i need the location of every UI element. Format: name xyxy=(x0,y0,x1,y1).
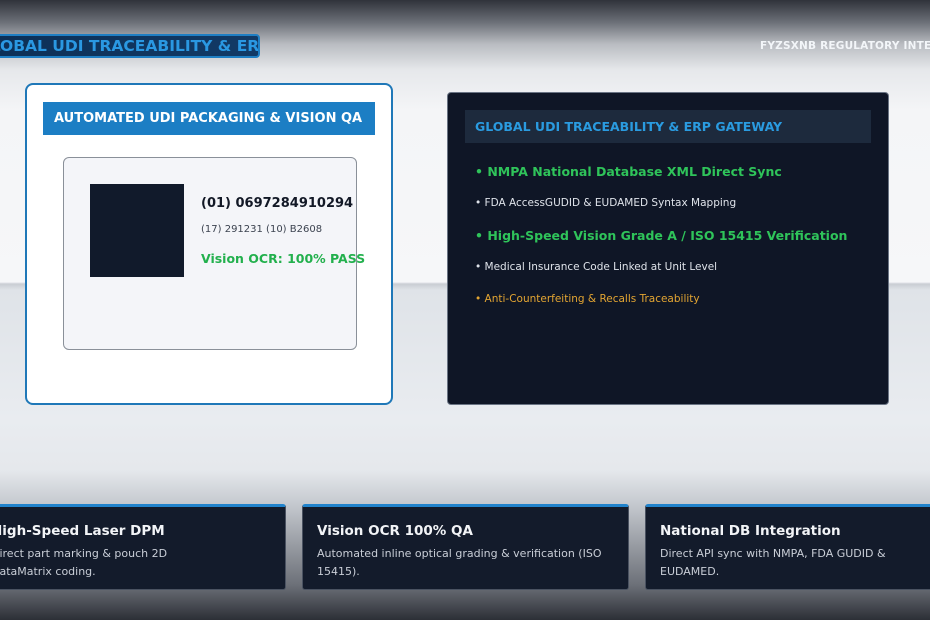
lot-expiry-text: (17) 291231 (10) B2608 xyxy=(201,224,323,235)
feature-card-title: National DB Integration xyxy=(660,523,841,539)
feature-card-description: Direct part marking & pouch 2D DataMatri… xyxy=(0,547,168,578)
page-title-banner: GLOBAL UDI TRACEABILITY & ERP xyxy=(0,34,260,58)
feature-item: • High-Speed Vision Grade A / ISO 15415 … xyxy=(475,228,848,243)
gtin-text: (01) 0697284910294 xyxy=(201,196,354,211)
feature-card-vision-ocr: Vision OCR 100% QA Automated inline opti… xyxy=(302,504,629,590)
brand-label: FYZSXNB REGULATORY INTELLIGENCE xyxy=(760,40,930,52)
feature-card-title: Vision OCR 100% QA xyxy=(317,523,473,539)
packaging-card-title: AUTOMATED UDI PACKAGING & VISION QA xyxy=(43,102,375,135)
ocr-status-text: Vision OCR: 100% PASS xyxy=(201,251,366,266)
feature-item: • NMPA National Database XML Direct Sync xyxy=(475,164,782,179)
feature-item: • Medical Insurance Code Linked at Unit … xyxy=(475,261,718,273)
gateway-card-title: GLOBAL UDI TRACEABILITY & ERP GATEWAY xyxy=(465,110,871,143)
feature-card-description: Direct API sync with NMPA, FDA GUDID & E… xyxy=(660,547,886,578)
page-title: GLOBAL UDI TRACEABILITY & ERP xyxy=(0,37,260,55)
feature-item: • Anti-Counterfeiting & Recalls Traceabi… xyxy=(475,293,700,305)
udi-packaging-card: AUTOMATED UDI PACKAGING & VISION QA (01)… xyxy=(25,83,393,405)
udi-label-preview: (01) 0697284910294 (17) 291231 (10) B260… xyxy=(63,157,365,350)
feature-card-laser-dpm: High-Speed Laser DPM Direct part marking… xyxy=(0,504,286,590)
feature-item: • FDA AccessGUDID & EUDAMED Syntax Mappi… xyxy=(475,197,737,209)
datamatrix-code-icon xyxy=(90,184,184,277)
erp-gateway-card: GLOBAL UDI TRACEABILITY & ERP GATEWAY • … xyxy=(447,92,889,405)
feature-card-db-integration: National DB Integration Direct API sync … xyxy=(645,504,930,590)
feature-card-description: Automated inline optical grading & verif… xyxy=(317,547,602,578)
feature-card-title: High-Speed Laser DPM xyxy=(0,523,165,539)
